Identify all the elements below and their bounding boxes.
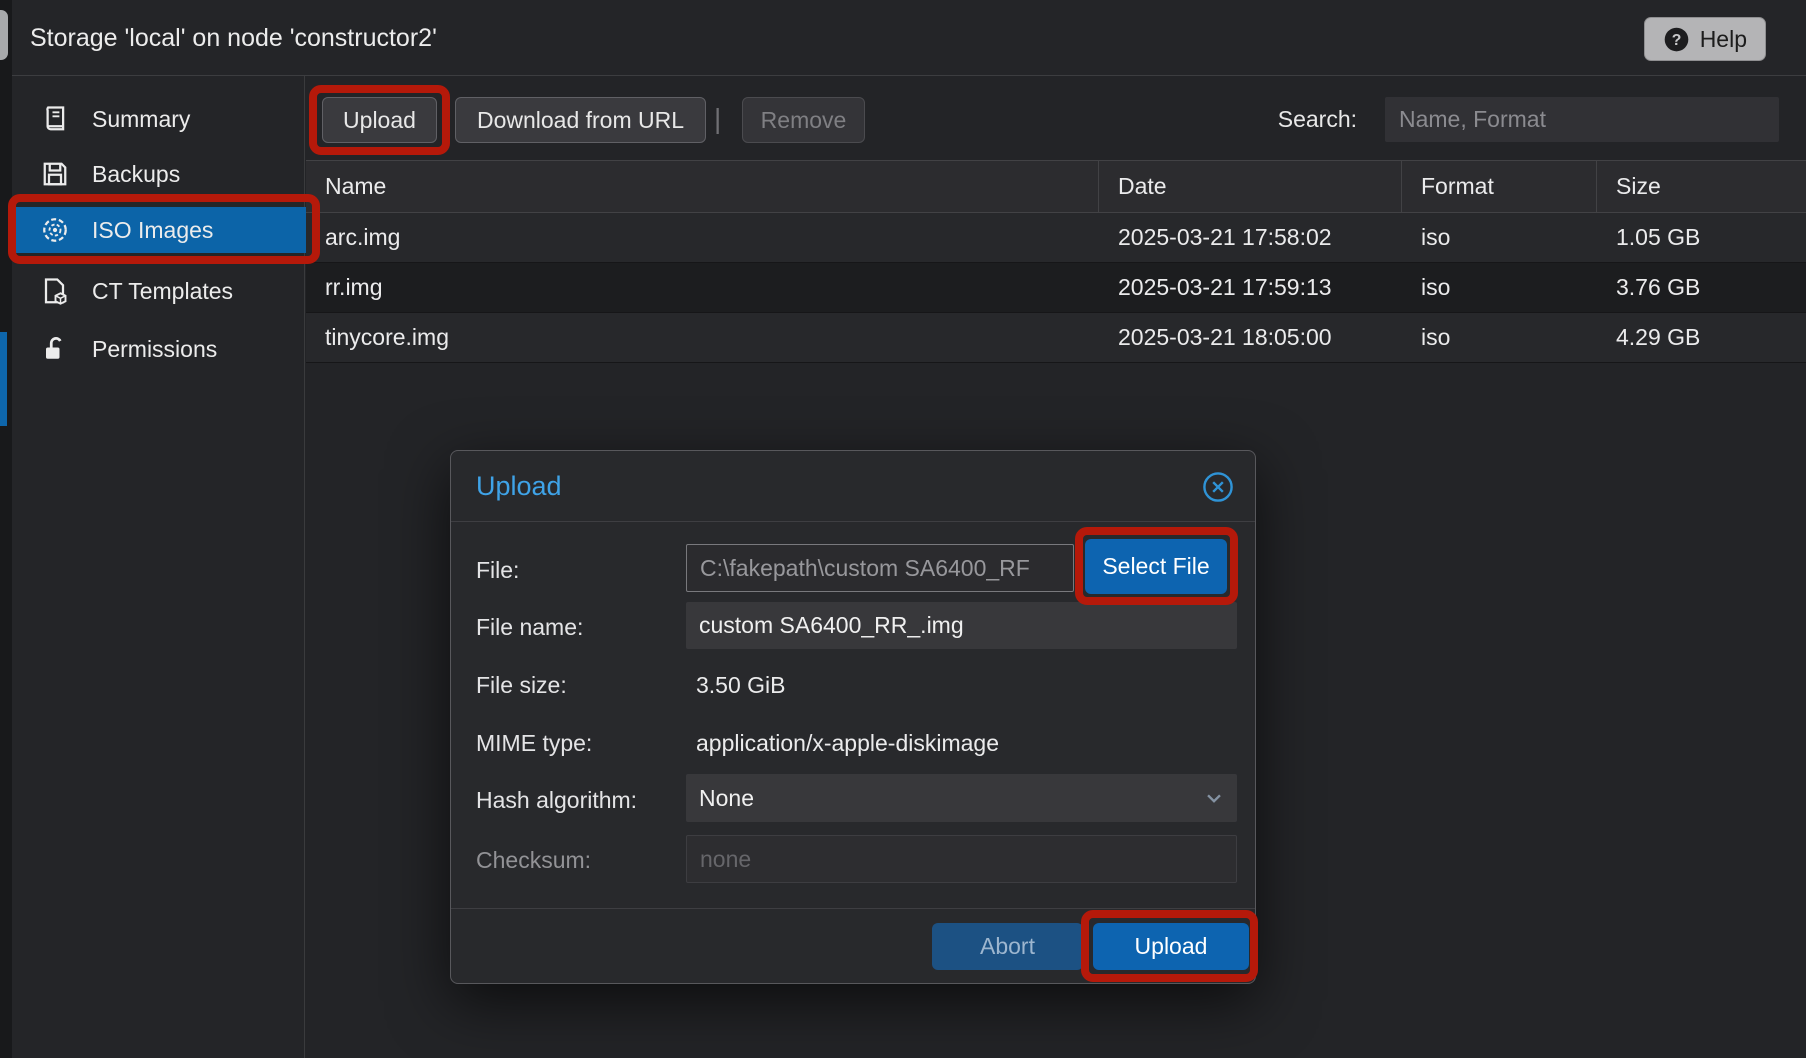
cell-format: iso xyxy=(1402,263,1597,312)
iso-images-table: Name Date Format Size arc.img 2025-03-21… xyxy=(306,160,1806,363)
storage-sidebar: Summary Backups ISO Images CT xyxy=(12,76,305,1058)
sidebar-item-backups[interactable]: Backups xyxy=(12,151,308,197)
sidebar-item-label: Backups xyxy=(92,161,180,188)
question-circle-icon: ? xyxy=(1663,26,1690,53)
cell-date: 2025-03-21 17:58:02 xyxy=(1099,213,1402,262)
cell-name: arc.img xyxy=(306,213,1099,262)
sidebar-item-permissions[interactable]: Permissions xyxy=(12,326,308,372)
download-from-url-button[interactable]: Download from URL xyxy=(455,97,706,143)
template-icon xyxy=(40,276,70,306)
filesize-value: 3.50 GiB xyxy=(696,672,786,699)
cell-size: 1.05 GB xyxy=(1597,213,1806,262)
upload-dialog-title: Upload xyxy=(476,451,562,522)
hash-algorithm-label: Hash algorithm: xyxy=(476,787,637,814)
sidebar-item-label: CT Templates xyxy=(92,278,233,305)
sidebar-item-summary[interactable]: Summary xyxy=(12,96,308,142)
upload-dialog-header: Upload xyxy=(451,451,1255,522)
title-bar: Storage 'local' on node 'constructor2' ?… xyxy=(0,0,1806,76)
column-header-date[interactable]: Date xyxy=(1099,161,1402,212)
lock-open-icon xyxy=(40,334,70,364)
checksum-label: Checksum: xyxy=(476,847,591,874)
upload-dialog-footer: Abort Upload xyxy=(451,908,1255,984)
abort-button: Abort xyxy=(932,923,1083,970)
cell-name: rr.img xyxy=(306,263,1099,312)
mime-type-value: application/x-apple-diskimage xyxy=(696,730,999,757)
upload-toolbar-button[interactable]: Upload xyxy=(322,97,437,143)
chevron-down-icon xyxy=(1201,785,1227,811)
cell-size: 3.76 GB xyxy=(1597,263,1806,312)
floppy-icon xyxy=(40,159,70,189)
hash-algorithm-value: None xyxy=(699,785,754,812)
mime-type-label: MIME type: xyxy=(476,730,592,757)
filename-input[interactable] xyxy=(686,602,1237,649)
tree-selected-node-sliver xyxy=(0,332,7,426)
upload-dialog-button[interactable]: Upload xyxy=(1093,923,1249,970)
filesize-label: File size: xyxy=(476,672,567,699)
cell-name: tinycore.img xyxy=(306,313,1099,362)
sidebar-item-label: Permissions xyxy=(92,336,217,363)
help-button-label: Help xyxy=(1700,26,1747,53)
file-label: File: xyxy=(476,557,519,584)
table-row[interactable]: tinycore.img 2025-03-21 18:05:00 iso 4.2… xyxy=(306,313,1806,363)
toolbar-separator: | xyxy=(714,96,721,142)
book-icon xyxy=(40,104,70,134)
cell-date: 2025-03-21 17:59:13 xyxy=(1099,263,1402,312)
sidebar-item-label: ISO Images xyxy=(92,217,213,244)
column-header-name[interactable]: Name xyxy=(306,161,1099,212)
storage-content-panel: Storage 'local' on node 'constructor2' ?… xyxy=(0,0,1806,1058)
cell-size: 4.29 GB xyxy=(1597,313,1806,362)
table-row[interactable]: arc.img 2025-03-21 17:58:02 iso 1.05 GB xyxy=(306,213,1806,263)
sidebar-item-label: Summary xyxy=(92,106,190,133)
select-file-button[interactable]: Select File xyxy=(1085,539,1227,594)
cell-format: iso xyxy=(1402,313,1597,362)
cell-format: iso xyxy=(1402,213,1597,262)
checksum-input xyxy=(686,835,1237,883)
panel-expand-handle[interactable] xyxy=(0,10,8,60)
search-label: Search: xyxy=(1245,96,1357,142)
upload-dialog: Upload File: Select File File name: File… xyxy=(450,450,1256,984)
file-path-input[interactable] xyxy=(686,544,1074,592)
hash-algorithm-select[interactable]: None xyxy=(686,774,1237,822)
disc-icon xyxy=(40,215,70,245)
table-row[interactable]: rr.img 2025-03-21 17:59:13 iso 3.76 GB xyxy=(306,263,1806,313)
table-header: Name Date Format Size xyxy=(306,160,1806,213)
column-header-size[interactable]: Size xyxy=(1597,161,1806,212)
sidebar-item-iso-images[interactable]: ISO Images xyxy=(10,207,308,253)
sidebar-item-ct-templates[interactable]: CT Templates xyxy=(12,268,308,314)
cell-date: 2025-03-21 18:05:00 xyxy=(1099,313,1402,362)
column-header-format[interactable]: Format xyxy=(1402,161,1597,212)
remove-button: Remove xyxy=(742,97,865,143)
svg-text:?: ? xyxy=(1671,32,1681,49)
filename-label: File name: xyxy=(476,614,583,641)
close-icon[interactable] xyxy=(1201,470,1235,504)
search-input[interactable] xyxy=(1385,97,1779,142)
collapsed-tree-panel-edge xyxy=(0,0,12,1058)
page-title: Storage 'local' on node 'constructor2' xyxy=(30,0,437,76)
help-button[interactable]: ? Help xyxy=(1644,17,1766,61)
